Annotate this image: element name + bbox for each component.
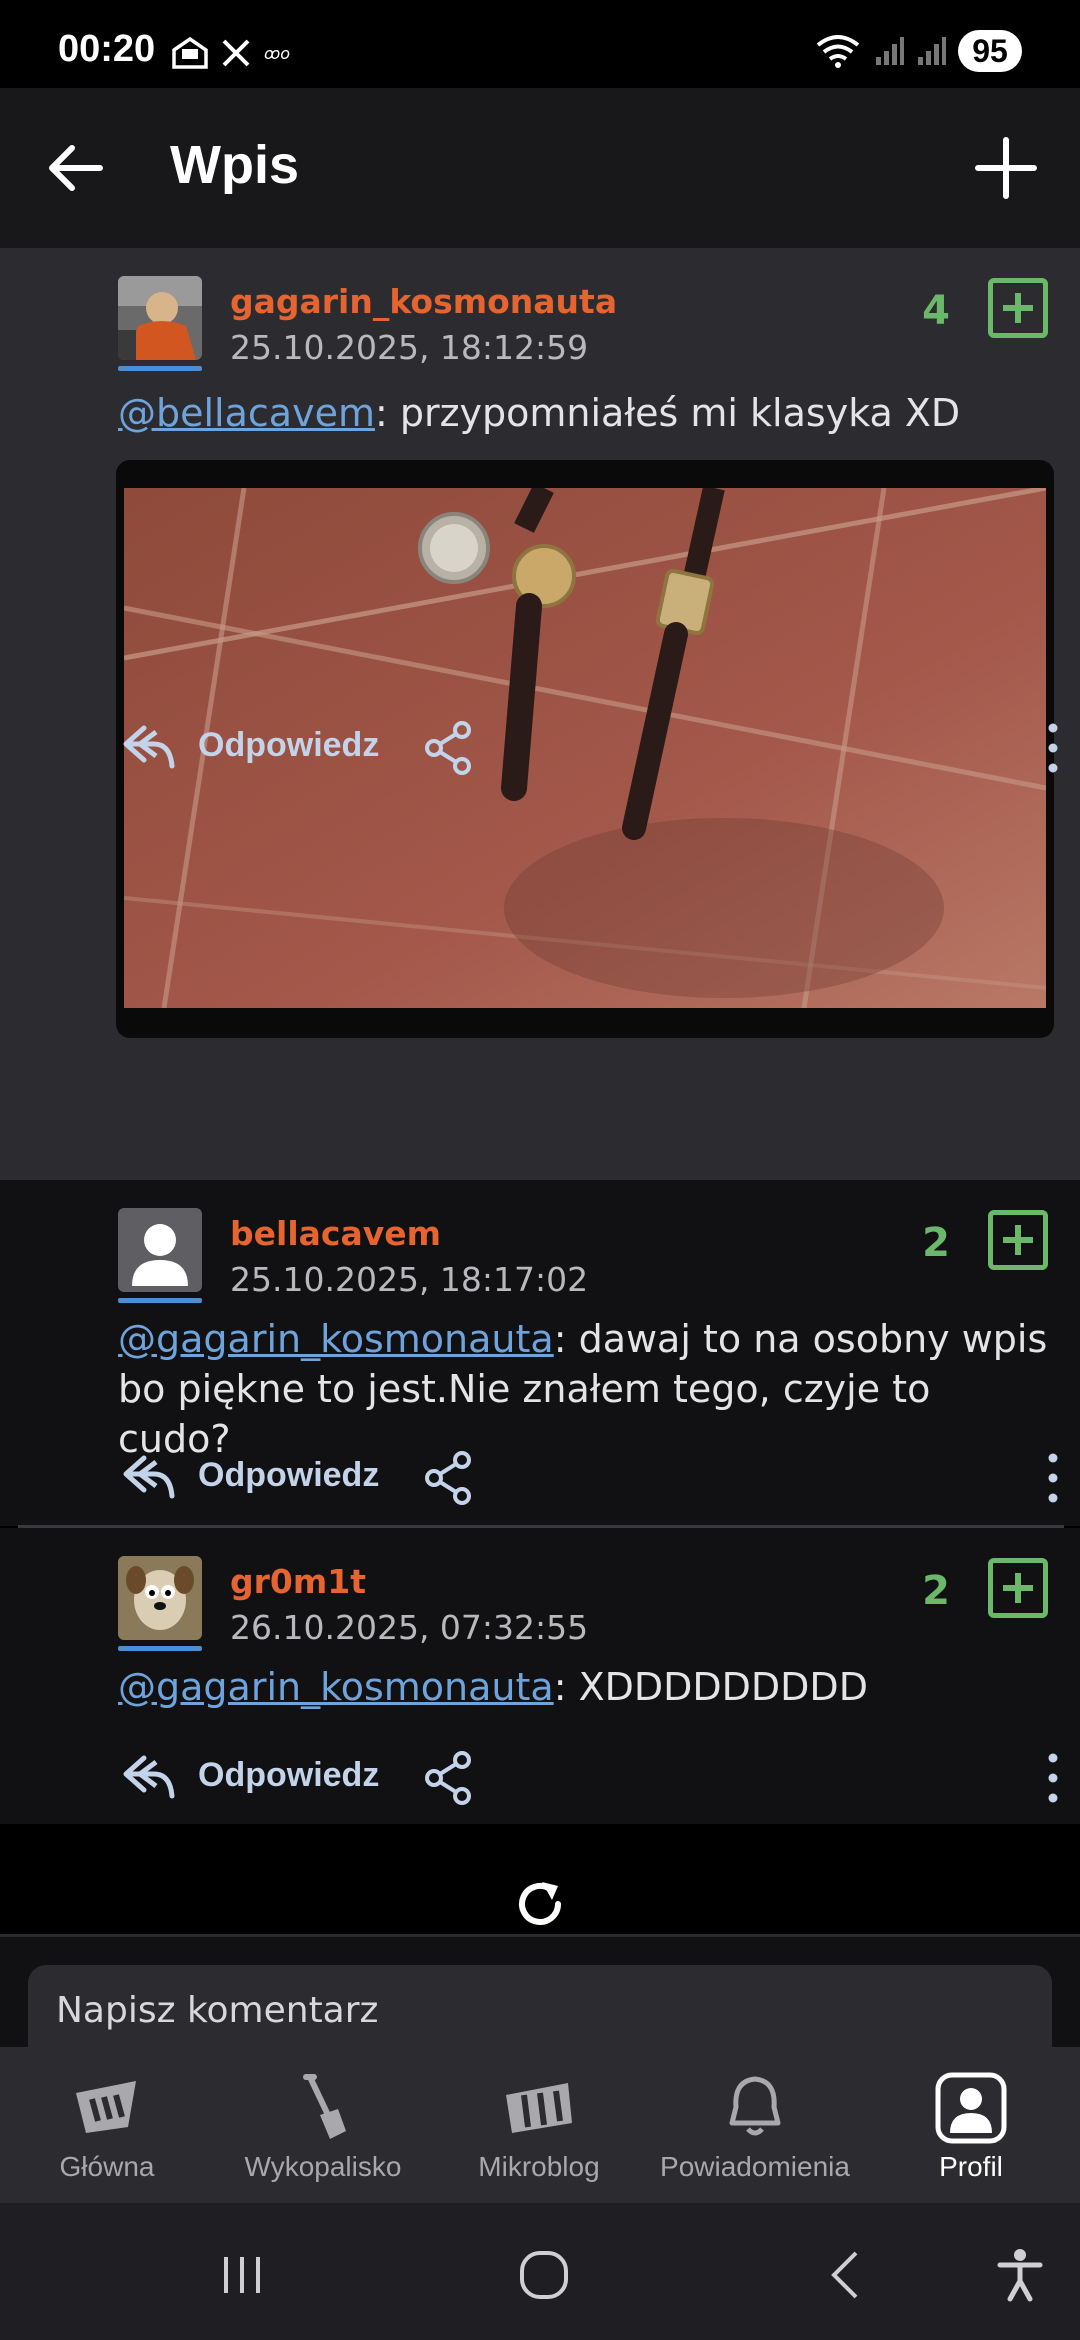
more-vertical-icon[interactable] bbox=[1038, 720, 1068, 776]
status-time: 00:20 bbox=[58, 28, 156, 70]
comment-body: : XDDDDDDDDD bbox=[553, 1665, 868, 1709]
reply-icon[interactable] bbox=[122, 722, 176, 770]
comment-text: @gagarin_kosmonauta: XDDDDDDDDD bbox=[118, 1662, 1048, 1712]
nav-item-powiadomienia[interactable]: Powiadomienia bbox=[655, 2071, 855, 2191]
comment-action-row: Odpowiedz bbox=[118, 714, 1068, 784]
mikroblog-icon bbox=[506, 2083, 572, 2133]
vote-count: 4 bbox=[922, 288, 950, 334]
nav-label: Powiadomienia bbox=[660, 2151, 850, 2182]
wifi-icon bbox=[816, 35, 860, 68]
profile-icon bbox=[935, 2072, 1007, 2144]
upvote-button[interactable] bbox=[988, 1558, 1048, 1618]
reply-button[interactable]: Odpowiedz bbox=[198, 1756, 379, 1795]
upvote-button[interactable] bbox=[988, 1210, 1048, 1270]
nav-item-mikroblog[interactable]: Mikroblog bbox=[439, 2071, 639, 2191]
app-bar: Wpis bbox=[0, 88, 1080, 248]
bell-icon bbox=[729, 2076, 781, 2136]
reply-button[interactable]: Odpowiedz bbox=[198, 726, 379, 765]
refresh-icon[interactable] bbox=[512, 1876, 568, 1932]
status-right-icons: 95 bbox=[814, 30, 1022, 72]
upvote-button[interactable] bbox=[988, 278, 1048, 338]
nav-label: Główna bbox=[59, 2151, 155, 2182]
recent-apps-icon[interactable] bbox=[212, 2245, 272, 2305]
timestamp: 25.10.2025, 18:17:02 bbox=[230, 1260, 589, 1299]
comment-card: gr0m1t 26.10.2025, 07:32:55 2 @gagarin_k… bbox=[0, 1528, 1080, 1824]
avatar[interactable] bbox=[118, 1556, 202, 1640]
username[interactable]: bellacavem bbox=[230, 1214, 441, 1253]
accessibility-icon[interactable] bbox=[990, 2245, 1050, 2305]
nav-label: Mikroblog bbox=[478, 2151, 600, 2182]
share-icon[interactable] bbox=[422, 1750, 476, 1806]
avatar-underline bbox=[118, 366, 202, 371]
mention-link[interactable]: @gagarin_kosmonauta bbox=[118, 1665, 554, 1709]
timestamp: 25.10.2025, 18:12:59 bbox=[230, 328, 589, 367]
nav-item-wykopalisko[interactable]: Wykopalisko bbox=[223, 2071, 423, 2191]
mention-link[interactable]: @bellacavem bbox=[118, 391, 375, 435]
comment-action-row: Odpowiedz bbox=[118, 1744, 1068, 1814]
comment-action-row: Odpowiedz bbox=[118, 1444, 1068, 1514]
status-bar: 00:20 ꝏo 95 bbox=[0, 0, 1080, 88]
more-vertical-icon[interactable] bbox=[1038, 1750, 1068, 1806]
plus-icon[interactable] bbox=[972, 134, 1040, 202]
comment-card: gagarin_kosmonauta 25.10.2025, 18:12:59 … bbox=[0, 248, 1080, 1180]
wykop-logo-icon bbox=[76, 2081, 136, 2133]
svg-text:ꝏo: ꝏo bbox=[264, 44, 290, 63]
system-navigation-bar bbox=[0, 2203, 1080, 2340]
avatar[interactable] bbox=[118, 1208, 202, 1292]
battery-indicator: 95 bbox=[958, 30, 1022, 72]
reply-button[interactable]: Odpowiedz bbox=[198, 1456, 379, 1495]
vote-count: 2 bbox=[922, 1568, 950, 1614]
timestamp: 26.10.2025, 07:32:55 bbox=[230, 1608, 589, 1647]
comment-input-area bbox=[0, 1937, 1080, 2055]
shovel-icon bbox=[303, 2074, 346, 2139]
avatar-underline bbox=[118, 1646, 202, 1651]
back-icon[interactable] bbox=[818, 2245, 878, 2305]
page-title: Wpis bbox=[170, 135, 299, 195]
comment-body: : przypomniałeś mi klasyka XD bbox=[374, 391, 961, 435]
arrow-left-icon[interactable] bbox=[44, 136, 108, 200]
nav-label: Wykopalisko bbox=[244, 2151, 402, 2182]
more-vertical-icon[interactable] bbox=[1038, 1450, 1068, 1506]
nav-item-glowna[interactable]: Główna bbox=[7, 2071, 207, 2191]
signal-icon bbox=[876, 37, 904, 65]
comment-card: bellacavem 25.10.2025, 18:17:02 2 @gagar… bbox=[0, 1180, 1080, 1526]
inbox-icon bbox=[172, 36, 208, 69]
nav-item-profil[interactable]: Profil bbox=[871, 2071, 1071, 2191]
avatar[interactable] bbox=[118, 276, 202, 360]
share-icon[interactable] bbox=[422, 720, 476, 776]
signal-icon bbox=[918, 37, 946, 65]
status-left-icons: ꝏo bbox=[170, 36, 304, 70]
comment-text: @gagarin_kosmonauta: dawaj to na osobny … bbox=[118, 1314, 1048, 1464]
reply-icon[interactable] bbox=[122, 1752, 176, 1800]
avatar-underline bbox=[118, 1298, 202, 1303]
bottom-navigation: Główna Wykopalisko Mikroblog Powiadomien… bbox=[0, 2047, 1080, 2203]
reply-icon[interactable] bbox=[122, 1452, 176, 1500]
vote-count: 2 bbox=[922, 1220, 950, 1266]
x-icon bbox=[222, 39, 250, 67]
comment-text: @bellacavem: przypomniałeś mi klasyka XD bbox=[118, 388, 1048, 438]
infinity-icon: ꝏo bbox=[264, 44, 290, 63]
comment-input[interactable] bbox=[28, 1965, 1052, 2055]
share-icon[interactable] bbox=[422, 1450, 476, 1506]
username[interactable]: gagarin_kosmonauta bbox=[230, 282, 617, 321]
username[interactable]: gr0m1t bbox=[230, 1562, 366, 1601]
nav-label: Profil bbox=[939, 2151, 1003, 2182]
home-icon[interactable] bbox=[514, 2245, 574, 2305]
mention-link[interactable]: @gagarin_kosmonauta bbox=[118, 1317, 554, 1361]
